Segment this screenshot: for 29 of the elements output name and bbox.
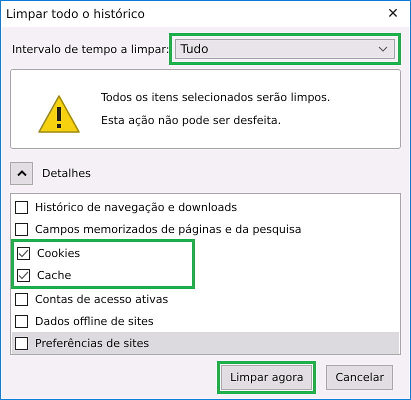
- details-toggle-button[interactable]: [10, 162, 33, 184]
- history-option[interactable]: Cookies: [14, 242, 192, 264]
- checkbox[interactable]: [17, 246, 30, 260]
- checkbox[interactable]: [17, 268, 30, 282]
- history-option[interactable]: Campos memorizados de páginas e da pesquisa: [12, 218, 400, 240]
- close-button[interactable]: ✕: [376, 1, 410, 27]
- history-option[interactable]: Contas de acesso ativas: [12, 288, 400, 310]
- checkbox[interactable]: [15, 200, 28, 214]
- chevron-up-icon: [16, 170, 26, 176]
- checkmark-icon: [18, 248, 29, 258]
- history-option[interactable]: Preferências de sites: [12, 332, 399, 354]
- warning-icon: [37, 94, 81, 134]
- window-title: Limpar todo o histórico: [6, 7, 145, 21]
- warning-text: Todos os itens selecionados serão limpos.: [101, 90, 330, 106]
- history-option[interactable]: Cache: [14, 264, 192, 286]
- time-range-dropdown[interactable]: Tudo: [175, 39, 396, 59]
- clear-now-button[interactable]: Limpar agora: [221, 365, 312, 390]
- checkbox[interactable]: [15, 292, 28, 306]
- warning-text: Esta ação não pode ser desfeita.: [101, 113, 282, 129]
- chevron-down-icon: [378, 46, 388, 52]
- time-range-label: Intervalo de tempo a limpar:: [11, 42, 170, 56]
- checkbox[interactable]: [15, 336, 28, 350]
- cancel-button[interactable]: Cancelar: [326, 365, 393, 390]
- checkmark-icon: [18, 270, 29, 280]
- checkbox[interactable]: [15, 314, 28, 328]
- details-label: Detalhes: [42, 166, 91, 180]
- history-option[interactable]: Dados offline de sites: [12, 310, 400, 332]
- checkbox[interactable]: [15, 222, 28, 236]
- history-option[interactable]: Histórico de navegação e downloads: [12, 196, 400, 218]
